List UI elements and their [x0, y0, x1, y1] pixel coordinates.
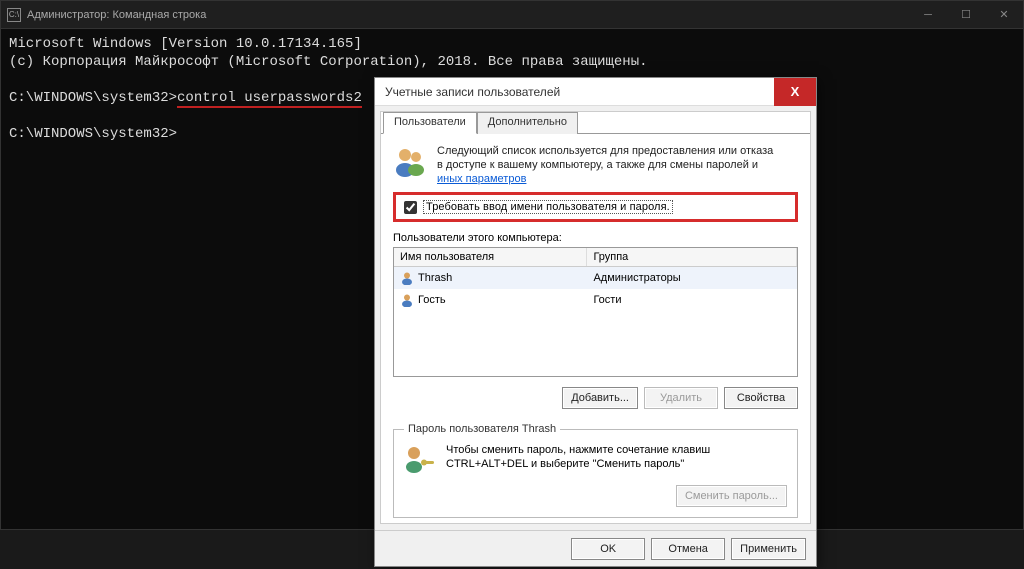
column-user[interactable]: Имя пользователя: [394, 248, 587, 266]
password-group-legend: Пароль пользователя Thrash: [404, 423, 560, 435]
tab-users[interactable]: Пользователи: [383, 112, 477, 134]
apply-button[interactable]: Применить: [731, 538, 806, 560]
require-password-checkbox[interactable]: [404, 201, 417, 214]
users-icon: [393, 144, 427, 178]
user-accounts-dialog: Учетные записи пользователей X Пользоват…: [374, 77, 817, 567]
other-settings-link[interactable]: иных параметров: [437, 173, 526, 185]
require-password-label: Требовать ввод имени пользователя и паро…: [423, 200, 673, 214]
tab-advanced[interactable]: Дополнительно: [477, 112, 578, 134]
users-list-label: Пользователи этого компьютера:: [393, 232, 798, 244]
list-row[interactable]: Thrash Администраторы: [394, 267, 797, 289]
window-system-buttons: ─ ☐ ✕: [909, 2, 1023, 28]
cancel-button[interactable]: Отмена: [651, 538, 725, 560]
column-group[interactable]: Группа: [587, 248, 797, 266]
cmd-title: Администратор: Командная строка: [27, 9, 206, 21]
dialog-titlebar: Учетные записи пользователей X: [375, 78, 816, 106]
minimize-button[interactable]: ─: [909, 2, 947, 28]
tab-panel-users: Следующий список используется для предос…: [381, 133, 810, 522]
maximize-button[interactable]: ☐: [947, 2, 985, 28]
require-password-highlight: Требовать ввод имени пользователя и паро…: [393, 192, 798, 222]
dialog-close-button[interactable]: X: [774, 78, 816, 106]
ok-button[interactable]: OK: [571, 538, 645, 560]
cmd-icon: C:\: [7, 8, 21, 22]
list-row[interactable]: Гость Гости: [394, 289, 797, 311]
close-button[interactable]: ✕: [985, 2, 1023, 28]
user-icon: [400, 271, 414, 285]
dialog-footer: OK Отмена Применить: [375, 530, 816, 566]
cmd-titlebar: C:\ Администратор: Командная строка ─ ☐ …: [1, 1, 1023, 29]
password-groupbox: Пароль пользователя Thrash Чтобы сменить…: [393, 423, 798, 518]
properties-button[interactable]: Свойства: [724, 387, 798, 409]
description-text: Следующий список используется для предос…: [437, 144, 773, 186]
list-header: Имя пользователя Группа: [394, 248, 797, 267]
typed-command: control userpasswords2: [177, 90, 362, 108]
users-list[interactable]: Имя пользователя Группа Thrash Администр…: [393, 247, 798, 377]
add-button[interactable]: Добавить...: [562, 387, 638, 409]
change-password-button: Сменить пароль...: [676, 485, 787, 507]
dialog-body: Пользователи Дополнительно Следующий спи…: [380, 111, 811, 524]
dialog-title: Учетные записи пользователей: [385, 85, 560, 99]
key-icon: [404, 443, 436, 475]
delete-button: Удалить: [644, 387, 718, 409]
user-icon: [400, 293, 414, 307]
tab-strip: Пользователи Дополнительно: [383, 111, 810, 133]
password-instructions: Чтобы сменить пароль, нажмите сочетание …: [446, 443, 710, 471]
